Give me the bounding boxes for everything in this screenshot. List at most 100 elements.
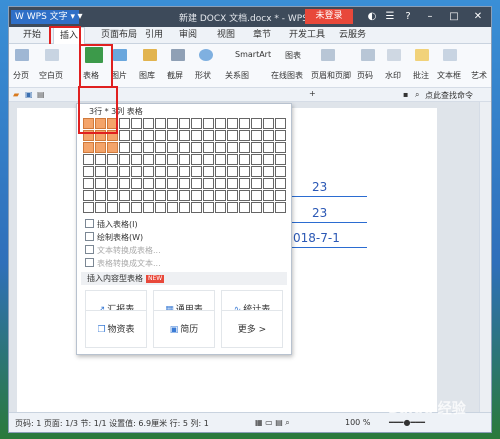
search-input[interactable]: 点此查找命令	[425, 90, 473, 101]
tab-references[interactable]: 引用	[145, 27, 163, 44]
shape-button[interactable]: 形状	[195, 70, 211, 81]
grid-cell[interactable]	[143, 190, 154, 201]
grid-cell[interactable]	[263, 142, 274, 153]
dropdown-arrow-icon[interactable]: ▾	[73, 10, 87, 24]
grid-cell[interactable]	[119, 178, 130, 189]
grid-cell[interactable]	[275, 142, 286, 153]
grid-cell[interactable]	[107, 166, 118, 177]
grid-cell[interactable]	[83, 166, 94, 177]
grid-cell[interactable]	[143, 202, 154, 213]
grid-cell[interactable]	[227, 190, 238, 201]
maximize-icon[interactable]: □	[447, 10, 461, 24]
grid-cell[interactable]	[95, 166, 106, 177]
grid-cell[interactable]	[131, 178, 142, 189]
page-number-button[interactable]: 页码	[357, 70, 373, 81]
tab-page-layout[interactable]: 页面布局	[101, 27, 137, 44]
grid-cell[interactable]	[155, 142, 166, 153]
grid-cell[interactable]	[155, 130, 166, 141]
relation-diagram-button[interactable]: 关系图	[225, 70, 249, 81]
grid-cell[interactable]	[191, 166, 202, 177]
grid-cell[interactable]	[167, 166, 178, 177]
grid-cell[interactable]	[167, 118, 178, 129]
grid-cell[interactable]	[95, 190, 106, 201]
vertical-scrollbar[interactable]	[479, 102, 491, 412]
grid-cell[interactable]	[107, 154, 118, 165]
grid-cell[interactable]	[143, 166, 154, 177]
grid-cell[interactable]	[275, 154, 286, 165]
grid-cell[interactable]	[119, 142, 130, 153]
smartart-button[interactable]: SmartArt	[235, 50, 271, 59]
tab-review[interactable]: 审阅	[179, 27, 197, 44]
grid-cell[interactable]	[203, 130, 214, 141]
grid-cell[interactable]	[251, 142, 262, 153]
grid-cell[interactable]	[179, 190, 190, 201]
screenshot-button[interactable]: 截屏	[167, 70, 183, 81]
app-menu-button[interactable]: W WPS 文字 ▾	[11, 10, 80, 24]
grid-cell[interactable]	[131, 190, 142, 201]
chart-button[interactable]: 图表	[285, 50, 301, 61]
view-mode-icon[interactable]: ▦ ▭ ▤ ⌕	[255, 418, 290, 428]
watermark-button[interactable]: 水印	[385, 70, 401, 81]
grid-cell[interactable]	[203, 178, 214, 189]
grid-cell[interactable]	[239, 202, 250, 213]
grid-cell[interactable]	[227, 118, 238, 129]
help-icon[interactable]: ?	[401, 10, 415, 24]
grid-cell[interactable]	[131, 166, 142, 177]
close-icon[interactable]: ✕	[471, 10, 485, 24]
grid-cell[interactable]	[215, 178, 226, 189]
grid-cell[interactable]	[83, 142, 94, 153]
grid-cell[interactable]	[227, 202, 238, 213]
skin-icon[interactable]: ◐	[365, 10, 379, 24]
grid-cell[interactable]	[191, 118, 202, 129]
menu-draw-table[interactable]: 绘制表格(W)	[85, 232, 143, 243]
grid-cell[interactable]	[263, 130, 274, 141]
grid-cell[interactable]	[263, 166, 274, 177]
settings-icon[interactable]: ☰	[383, 10, 397, 24]
grid-cell[interactable]	[203, 142, 214, 153]
grid-cell[interactable]	[251, 166, 262, 177]
grid-cell[interactable]	[215, 190, 226, 201]
grid-cell[interactable]	[239, 130, 250, 141]
grid-cell[interactable]	[263, 178, 274, 189]
panel-toggle-icon[interactable]: ▪	[403, 90, 408, 99]
grid-cell[interactable]	[191, 130, 202, 141]
grid-cell[interactable]	[251, 118, 262, 129]
login-button[interactable]: 未登录	[305, 9, 353, 24]
grid-cell[interactable]	[179, 178, 190, 189]
grid-cell[interactable]	[251, 154, 262, 165]
grid-cell[interactable]	[155, 202, 166, 213]
grid-cell[interactable]	[179, 166, 190, 177]
grid-cell[interactable]	[107, 190, 118, 201]
grid-cell[interactable]	[239, 142, 250, 153]
grid-cell[interactable]	[263, 190, 274, 201]
wordart-button[interactable]: 艺术	[471, 70, 487, 81]
menu-table-to-text[interactable]: 表格转换成文本...	[85, 258, 161, 269]
grid-cell[interactable]	[275, 190, 286, 201]
grid-cell[interactable]	[119, 118, 130, 129]
grid-cell[interactable]	[251, 130, 262, 141]
textbox-button[interactable]: 文本框	[437, 70, 461, 81]
grid-cell[interactable]	[155, 190, 166, 201]
grid-cell[interactable]	[143, 118, 154, 129]
grid-cell[interactable]	[191, 178, 202, 189]
grid-cell[interactable]	[155, 154, 166, 165]
grid-cell[interactable]	[83, 178, 94, 189]
grid-cell[interactable]	[203, 190, 214, 201]
card-more[interactable]: 更多 >	[221, 310, 283, 348]
grid-cell[interactable]	[239, 154, 250, 165]
grid-cell[interactable]	[227, 154, 238, 165]
grid-cell[interactable]	[119, 202, 130, 213]
grid-cell[interactable]	[119, 154, 130, 165]
blank-page-button[interactable]: 空白页	[39, 70, 63, 81]
grid-cell[interactable]	[83, 154, 94, 165]
grid-cell[interactable]	[167, 178, 178, 189]
grid-cell[interactable]	[191, 142, 202, 153]
grid-cell[interactable]	[143, 178, 154, 189]
tab-section[interactable]: 章节	[253, 27, 271, 44]
grid-cell[interactable]	[95, 178, 106, 189]
grid-cell[interactable]	[131, 202, 142, 213]
grid-cell[interactable]	[167, 142, 178, 153]
save-icon[interactable]: ▣	[25, 90, 33, 99]
grid-cell[interactable]	[107, 202, 118, 213]
grid-cell[interactable]	[83, 190, 94, 201]
